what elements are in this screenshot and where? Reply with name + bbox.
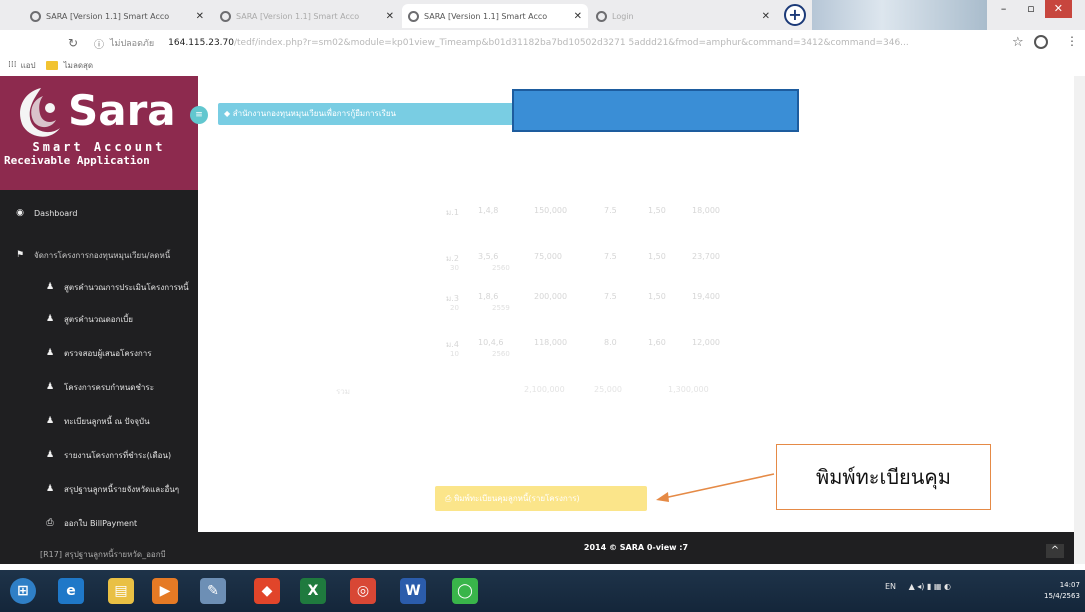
close-icon[interactable]: ✕ [196,11,204,22]
sidebar-item[interactable]: ♟ ตรวจสอบผู้เสนอโครงการ [0,340,198,366]
close-window-button[interactable]: ✕ [1044,0,1072,18]
apps-icon[interactable]: ⁞⁞⁞ [8,60,17,70]
globe-icon [408,10,419,22]
sidebar: Sara Smart Account Receivable Applicatio… [0,76,198,564]
tray-icons[interactable]: ▲ ◂) ▮ ▦ ◐ [909,582,951,591]
table-row: ม.1 1,4,8 150,000 7.5 1,50 18,000 [446,206,720,217]
bookmark-folder[interactable]: ไมลดสุด [64,59,93,72]
printer-icon: ⎙ [46,518,54,528]
print-register-button[interactable]: ⎙ พิมพ์ทะเบียนคุมลูกหนี้(รายโครงการ) [435,486,647,511]
account-icon[interactable] [1034,35,1048,49]
flag-icon: ⚑ [15,250,25,260]
excel-icon[interactable]: X [300,578,326,604]
bookmarks-bar: ⁞⁞⁞ แอป ไมลดสุด [0,56,1085,74]
user-icon: ♟ [45,382,55,392]
info-icon[interactable]: ⓘ [92,36,106,51]
page-footer: 2014 © SARA 0-view :7 [198,532,1074,564]
close-icon[interactable]: ✕ [574,11,582,22]
sidebar-item-dashboard[interactable]: ◉ Dashboard [0,200,198,226]
user-icon: ♟ [45,484,55,494]
brand-tagline: Receivable Application [4,154,150,167]
redaction-box [512,89,799,132]
page-banner: ◆ สำนักงานกองทุนหมุนเวียนเพื่อการกู้ยืมก… [218,103,518,125]
url-host[interactable]: 164.115.23.70 [168,38,234,48]
table-row: ม.4 10,4,6 118,000 8.0 1,60 12,000 10 25… [446,338,720,358]
brave-browser-icon[interactable]: ◆ [254,578,280,604]
sidebar-group-projects[interactable]: ⚑ จัดการโครงการกองทุนหมุนเวียน/ลดหนี้ [0,242,198,268]
media-player-icon[interactable]: ▶ [152,578,178,604]
system-tray[interactable]: EN ▲ ◂) ▮ ▦ ◐ [885,582,951,591]
sidebar-item[interactable]: ♟ รายงานโครงการที่ชำระ(เดือน) [0,442,198,468]
globe-icon [220,10,231,22]
sidebar-item[interactable]: ♟ ทะเบียนลูกหนี้ ณ ปัจจุบัน [0,408,198,434]
brand-header[interactable]: Sara Smart Account Receivable Applicatio… [0,76,198,190]
internet-explorer-icon[interactable]: e [58,578,84,604]
annotation-arrow [656,473,775,502]
paint-icon[interactable]: ✎ [200,578,226,604]
sidebar-toggle-button[interactable]: ≡ [190,106,208,124]
desktop-wallpaper [812,0,987,30]
sidebar-item[interactable]: ♟ สรุปฐานลูกหนี้รายจังหวัดและอื่นๆ [0,476,198,502]
page-scrollbar[interactable] [1074,76,1085,564]
sidebar-item-billpayment[interactable]: ⎙ ออกใบ BillPayment [0,510,198,536]
table-total-row: รวม 2,100,000 25,000 1,300,000 [336,385,709,396]
scroll-to-top-button[interactable]: ^ [1046,544,1064,558]
reload-icon[interactable]: ↻ [66,36,80,50]
table-row: ม.2 3,5,6 75,000 7.5 1,50 23,700 30 2560 [446,252,720,272]
new-tab-button[interactable]: + [784,4,806,26]
sidebar-item[interactable]: ♟ โครงการครบกำหนดชำระ [0,374,198,400]
line-icon[interactable]: ◯ [452,578,478,604]
apps-bookmark[interactable]: แอป [21,59,36,72]
annotation-callout: พิมพ์ทะเบียนคุม [776,444,991,510]
language-indicator[interactable]: EN [885,582,896,591]
minimize-button[interactable]: – [990,0,1017,18]
maximize-button[interactable]: ▫ [1017,0,1044,18]
more-menu-icon[interactable]: ⋮ [1066,34,1078,48]
user-icon: ♟ [45,282,55,292]
table-row: ม.3 1,8,6 200,000 7.5 1,50 19,400 20 255… [446,292,720,312]
brand-name: Sara [68,86,176,135]
close-icon[interactable]: ✕ [386,11,394,22]
sidebar-item[interactable]: [R17] สรุปฐานลูกหนี้รายหวัด_ออกบี [0,541,198,567]
dashboard-icon: ◉ [16,208,24,218]
screen: SARA [Version 1.1] Smart Acco ✕ SARA [Ve… [0,0,1085,612]
user-icon: ♟ [45,416,55,426]
user-icon: ♟ [45,314,55,324]
globe-icon [30,10,41,22]
bookmark-star-icon[interactable]: ☆ [1012,35,1024,50]
browser-tab-active[interactable]: SARA [Version 1.1] Smart Acco ✕ [402,4,588,28]
browser-tab[interactable]: SARA [Version 1.1] Smart Acco ✕ [214,4,400,28]
file-explorer-icon[interactable]: ▤ [108,578,134,604]
close-icon[interactable]: ✕ [762,11,770,22]
globe-icon [596,10,607,22]
word-icon[interactable]: W [400,578,426,604]
user-icon: ♟ [45,450,55,460]
system-clock[interactable]: 14:07 15/4/2563 [1044,580,1080,602]
sidebar-item[interactable]: ♟ สูตรคำนวณการประเมินโครงการหนี้ [0,274,198,300]
address-bar: ↻ ⓘ ไม่ปลอดภัย 164.115.23.70 /tedf/index… [0,30,1085,56]
sara-logo-icon [20,88,61,137]
brand-subtitle: Smart Account [32,140,166,154]
windows-taskbar: ⊞ e ▤ ▶ ✎ ◆ X ◎ W ◯ EN ▲ ◂) ▮ ▦ ◐ 14:07 … [0,570,1085,612]
windows-start-icon[interactable]: ⊞ [10,578,36,604]
sidebar-item[interactable]: ♟ สูตรคำนวณดอกเบี้ย [0,306,198,332]
folder-icon [45,60,58,70]
user-icon: ♟ [45,348,55,358]
browser-tab[interactable]: Login ✕ [590,4,776,28]
security-label[interactable]: ไม่ปลอดภัย [110,36,154,50]
window-controls: – ▫ ✕ [990,0,1072,20]
url-path[interactable]: /tedf/index.php?r=sm02&module=kp01view_T… [234,38,954,48]
chrome-icon[interactable]: ◎ [350,578,376,604]
browser-tab-strip: SARA [Version 1.1] Smart Acco ✕ SARA [Ve… [0,0,1085,30]
browser-tab[interactable]: SARA [Version 1.1] Smart Acco ✕ [24,4,210,28]
